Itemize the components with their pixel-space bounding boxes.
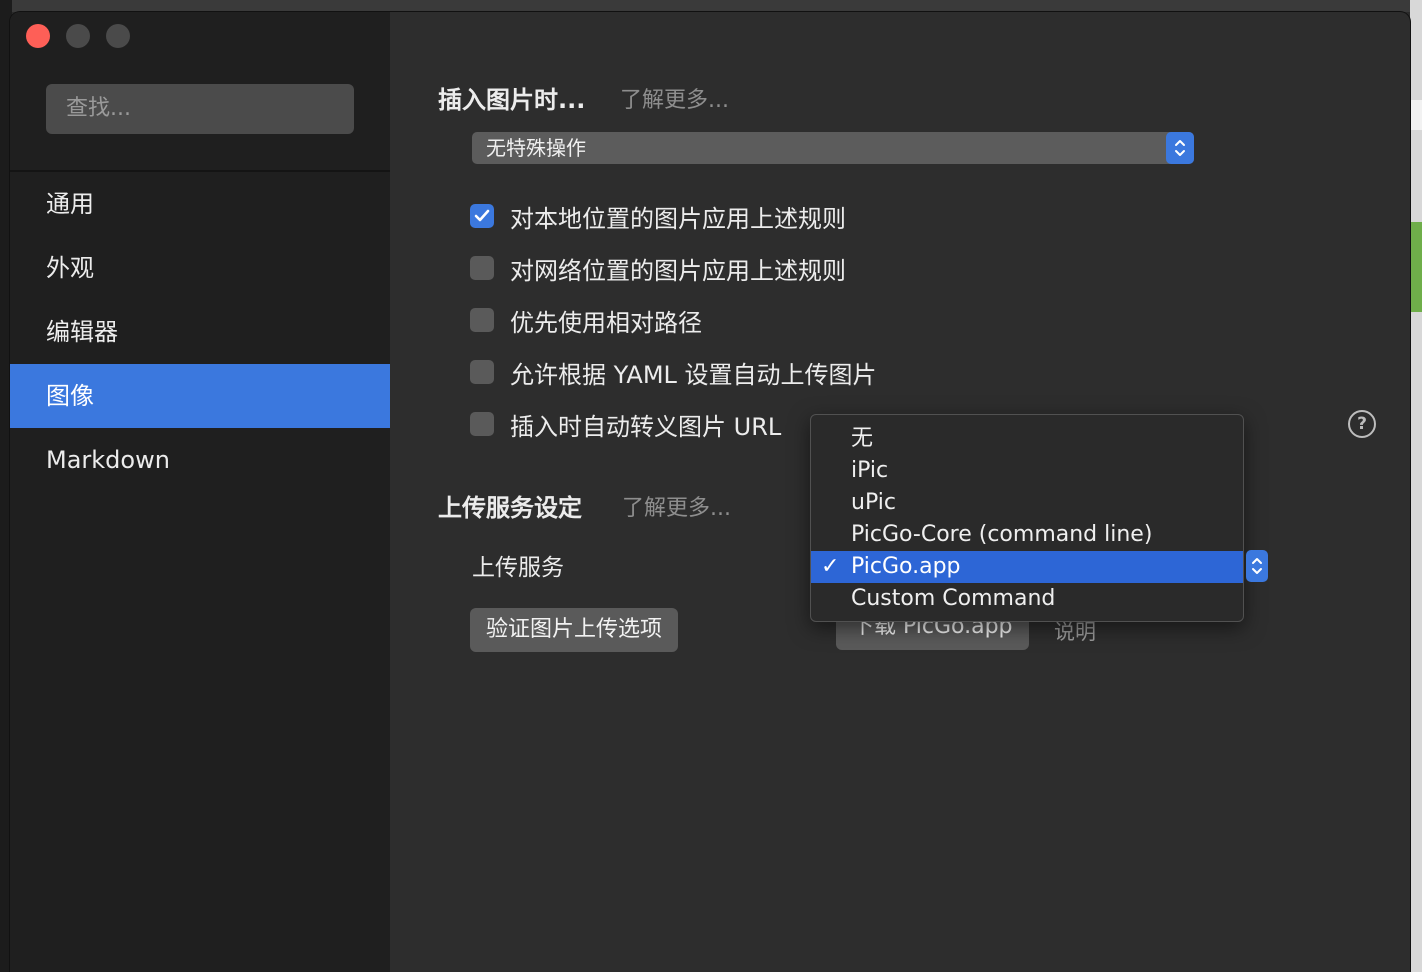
desktop-background-top [0, 0, 1422, 12]
insert-image-section-title: 插入图片时... [438, 86, 586, 114]
insert-image-action-select[interactable]: 无特殊操作 [472, 132, 1194, 164]
escape-image-url-checkbox[interactable] [470, 412, 494, 436]
apply-local-images-label: 对本地位置的图片应用上述规则 [510, 204, 846, 233]
apply-local-images-option[interactable]: 对本地位置的图片应用上述规则 [470, 200, 846, 233]
preferences-window: 查找... 通用 外观 编辑器 图像 Markdown 插入图片时... 了解更… [10, 12, 1410, 972]
dropdown-stepper-icon [1246, 550, 1268, 582]
checkmark-icon: ✓ [821, 554, 840, 579]
dropdown-option-none[interactable]: 无 [811, 423, 1243, 455]
apply-network-images-label: 对网络位置的图片应用上述规则 [510, 256, 846, 285]
prefer-relative-path-label: 优先使用相对路径 [510, 308, 702, 337]
verify-upload-button[interactable]: 验证图片上传选项 [470, 608, 679, 652]
window-controls [26, 24, 130, 48]
upload-service-dropdown-menu: 无 iPic uPic PicGo-Core (command line) ✓ … [810, 414, 1244, 622]
close-window-button[interactable] [26, 24, 50, 48]
dropdown-option-upic[interactable]: uPic [811, 487, 1243, 519]
sidebar-item-general[interactable]: 通用 [10, 172, 390, 236]
escape-image-url-label: 插入时自动转义图片 URL [510, 412, 782, 441]
escape-image-url-option[interactable]: 插入时自动转义图片 URL [470, 408, 782, 441]
apply-network-images-option[interactable]: 对网络位置的图片应用上述规则 [470, 252, 846, 285]
insert-image-action-value: 无特殊操作 [486, 136, 586, 160]
apply-network-images-checkbox[interactable] [470, 256, 494, 280]
search-input[interactable]: 查找... [46, 84, 354, 134]
help-icon[interactable]: ? [1348, 410, 1376, 438]
background-window-fragment [1410, 222, 1422, 312]
sidebar-item-markdown[interactable]: Markdown [10, 428, 390, 492]
zoom-window-button[interactable] [106, 24, 130, 48]
yaml-auto-upload-label: 允许根据 YAML 设置自动上传图片 [510, 360, 877, 389]
dropdown-option-picgo-app[interactable]: ✓ PicGo.app [811, 551, 1243, 583]
yaml-auto-upload-option[interactable]: 允许根据 YAML 设置自动上传图片 [470, 356, 877, 389]
dropdown-option-label: PicGo.app [851, 554, 961, 579]
sidebar-nav: 通用 外观 编辑器 图像 Markdown [10, 172, 390, 492]
minimize-window-button[interactable] [66, 24, 90, 48]
dropdown-option-ipic[interactable]: iPic [811, 455, 1243, 487]
sidebar-item-appearance[interactable]: 外观 [10, 236, 390, 300]
insert-image-learn-more-link[interactable]: 了解更多... [620, 82, 729, 114]
sidebar: 查找... 通用 外观 编辑器 图像 Markdown [10, 12, 390, 972]
apply-local-images-checkbox[interactable] [470, 204, 494, 228]
prefer-relative-path-checkbox[interactable] [470, 308, 494, 332]
prefer-relative-path-option[interactable]: 优先使用相对路径 [470, 304, 702, 337]
upload-service-label: 上传服务 [472, 555, 564, 581]
upload-service-learn-more-link[interactable]: 了解更多... [622, 490, 731, 522]
sidebar-item-image[interactable]: 图像 [10, 364, 390, 428]
desktop-background-right [1410, 0, 1422, 972]
dropdown-option-custom-command[interactable]: Custom Command [811, 583, 1243, 615]
sidebar-item-editor[interactable]: 编辑器 [10, 300, 390, 364]
upload-service-section-title: 上传服务设定 [438, 494, 582, 522]
select-stepper-icon [1166, 132, 1194, 164]
background-window-fragment [1410, 100, 1422, 130]
dropdown-option-picgo-core[interactable]: PicGo-Core (command line) [811, 519, 1243, 551]
yaml-auto-upload-checkbox[interactable] [470, 360, 494, 384]
checkmark-icon [474, 209, 490, 222]
